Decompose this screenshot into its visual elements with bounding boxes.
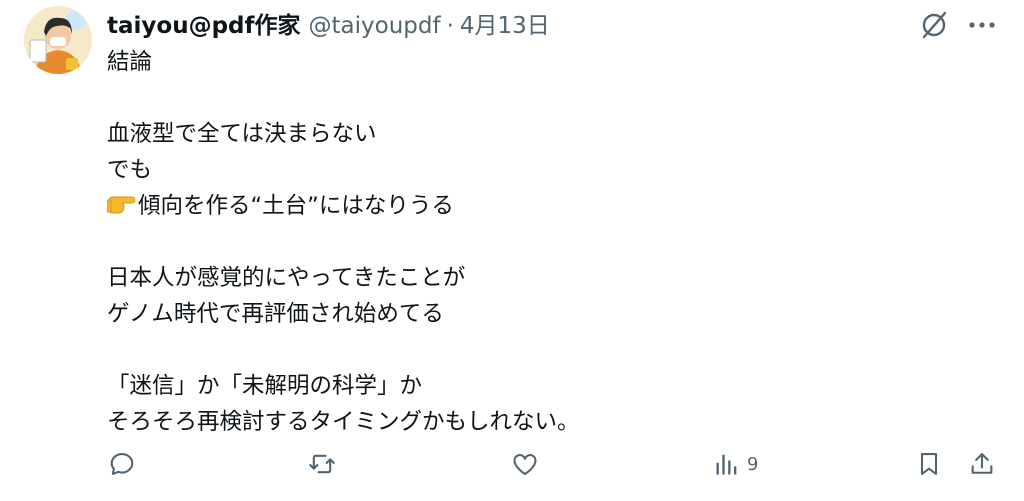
post-line: ゲノム時代で再評価され始めてる	[107, 301, 444, 327]
share-button[interactable]	[968, 444, 996, 484]
bookmark-button[interactable]	[915, 444, 943, 484]
tweet: taiyou@pdf作家 @taiyoupdf · 4月13日 結論 血液型で全ては…	[0, 0, 1024, 501]
author-meta: @taiyoupdf · 4月13日	[309, 6, 550, 40]
views-button[interactable]: 9	[713, 444, 758, 484]
author-display-name[interactable]: taiyou@pdf作家	[107, 6, 301, 40]
post-line: 結論	[107, 49, 153, 75]
reply-button[interactable]	[108, 444, 136, 484]
separator-dot: ·	[446, 13, 454, 39]
views-icon	[716, 454, 737, 475]
repost-icon	[309, 454, 335, 474]
avatar[interactable]	[24, 6, 92, 74]
avatar-image	[24, 6, 92, 74]
post-line: そろそろ再検討するタイミングかもしれない。	[107, 409, 580, 435]
post-line-with-emoji: 傾向を作る“土台”にはなりうる	[106, 188, 987, 224]
author-handle[interactable]: @taiyoupdf	[309, 13, 441, 39]
share-icon	[971, 453, 993, 474]
like-button[interactable]	[511, 444, 539, 484]
pointing-right-hand-icon	[106, 191, 137, 217]
post-line: 血液型で全ては決まらない	[107, 121, 377, 147]
post-text: 結論 血液型で全ては決まらない でも 傾向を作る“土台”にはなりうる 日本人が感…	[106, 44, 987, 440]
post-line-blank	[107, 80, 987, 116]
more-options-icon[interactable]	[963, 8, 1001, 42]
grok-icon[interactable]	[917, 8, 951, 42]
like-icon	[513, 454, 537, 475]
post-line: 日本人が感覚的にやってきたことが	[107, 265, 466, 291]
post-date[interactable]: 4月13日	[460, 13, 550, 39]
post-line-blank	[107, 224, 987, 260]
action-bar: 9	[0, 444, 1024, 484]
post-header: taiyou@pdf作家 @taiyoupdf · 4月13日	[107, 6, 550, 40]
bookmark-icon	[920, 453, 938, 475]
post-line-text: 傾向を作る“土台”にはなりうる	[138, 193, 454, 219]
reply-icon	[110, 453, 134, 475]
post-line: でも	[107, 157, 153, 183]
repost-button[interactable]	[308, 444, 336, 484]
views-count: 9	[747, 453, 759, 475]
post-line: 「迷信」か「未解明の科学」か	[107, 373, 423, 399]
post-line-blank	[107, 332, 987, 368]
